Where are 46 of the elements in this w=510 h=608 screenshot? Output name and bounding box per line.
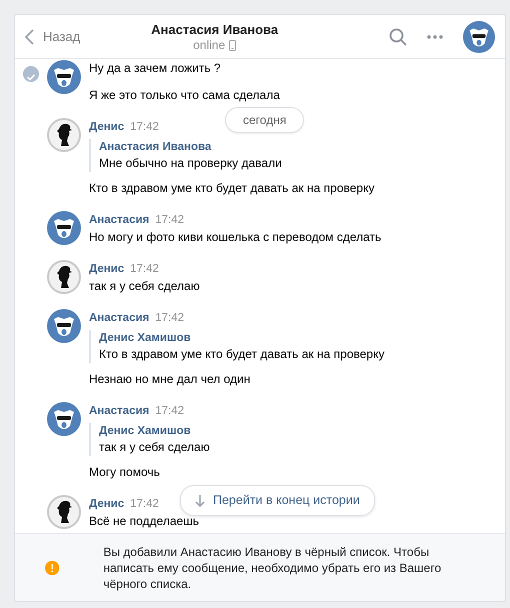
- message-text: Но могу и фото киви кошелька с переводом сделать: [89, 229, 382, 246]
- quoted-text: Кто в здравом уме кто будет давать ак на проверку: [99, 346, 386, 363]
- message-time: 17:42: [155, 214, 184, 226]
- search-icon[interactable]: [389, 28, 407, 46]
- phone-icon: [229, 40, 236, 50]
- jump-to-end-button[interactable]: Перейти в конец истории: [180, 485, 375, 516]
- quoted-author[interactable]: Денис Хамишов: [99, 330, 505, 346]
- bear-avatar[interactable]: [47, 211, 81, 245]
- silhouette-avatar[interactable]: [47, 260, 81, 294]
- sender-name[interactable]: Денис: [89, 121, 124, 133]
- blacklist-notice: Вы добавили Анастасию Иванову в чёрный список. Чтобы написать ему сообщение, необходимо убрать его из Вашего чёрного списка.: [103, 544, 442, 592]
- bear-avatar[interactable]: [47, 60, 81, 94]
- chat-title: Анастасия Иванова: [150, 20, 280, 38]
- silhouette-avatar[interactable]: [47, 118, 81, 152]
- sender-name[interactable]: Денис: [89, 263, 124, 275]
- message-time: 17:42: [130, 121, 159, 133]
- back-icon: [25, 28, 34, 44]
- quoted-text: так я у себя сделаю: [99, 439, 211, 456]
- message-time: 17:42: [130, 263, 159, 275]
- online-status: online: [193, 38, 226, 52]
- quoted-author[interactable]: Анастасия Иванова: [99, 139, 505, 155]
- profile-avatar[interactable]: [463, 20, 495, 52]
- message-text: Кто в здравом уме кто будет давать ак на проверку: [89, 180, 376, 197]
- sender-name[interactable]: Анастасия: [89, 405, 150, 417]
- more-icon[interactable]: [427, 34, 443, 38]
- message-time: 17:42: [155, 312, 184, 324]
- message-text: Ну да а зачем ложить ?: [89, 60, 222, 77]
- silhouette-avatar[interactable]: [47, 495, 81, 529]
- bear-avatar[interactable]: [47, 402, 81, 436]
- sender-name[interactable]: Анастасия: [89, 312, 150, 324]
- message-time: 17:42: [155, 405, 184, 417]
- down-arrow-icon: [195, 494, 205, 508]
- message-text: Всё не подделаешь: [89, 513, 200, 530]
- message-text: так я у себя сделаю: [89, 278, 201, 295]
- sender-name[interactable]: Денис: [89, 498, 124, 510]
- back-button[interactable]: Назад: [25, 26, 80, 46]
- date-pill: сегодня: [225, 107, 304, 133]
- message-text: Могу помочь: [89, 464, 161, 481]
- bear-avatar[interactable]: [47, 309, 81, 343]
- message-time: 17:42: [130, 498, 159, 510]
- quoted-text: Мне обычно на проверку давали: [99, 155, 283, 172]
- quoted-author[interactable]: Денис Хамишов: [99, 423, 505, 439]
- message-text: Я же это только что сама сделала: [89, 87, 281, 104]
- message-text: Незнаю но мне дал чел один: [89, 371, 252, 388]
- selected-check-icon[interactable]: [23, 66, 39, 82]
- sender-name[interactable]: Анастасия: [89, 214, 150, 226]
